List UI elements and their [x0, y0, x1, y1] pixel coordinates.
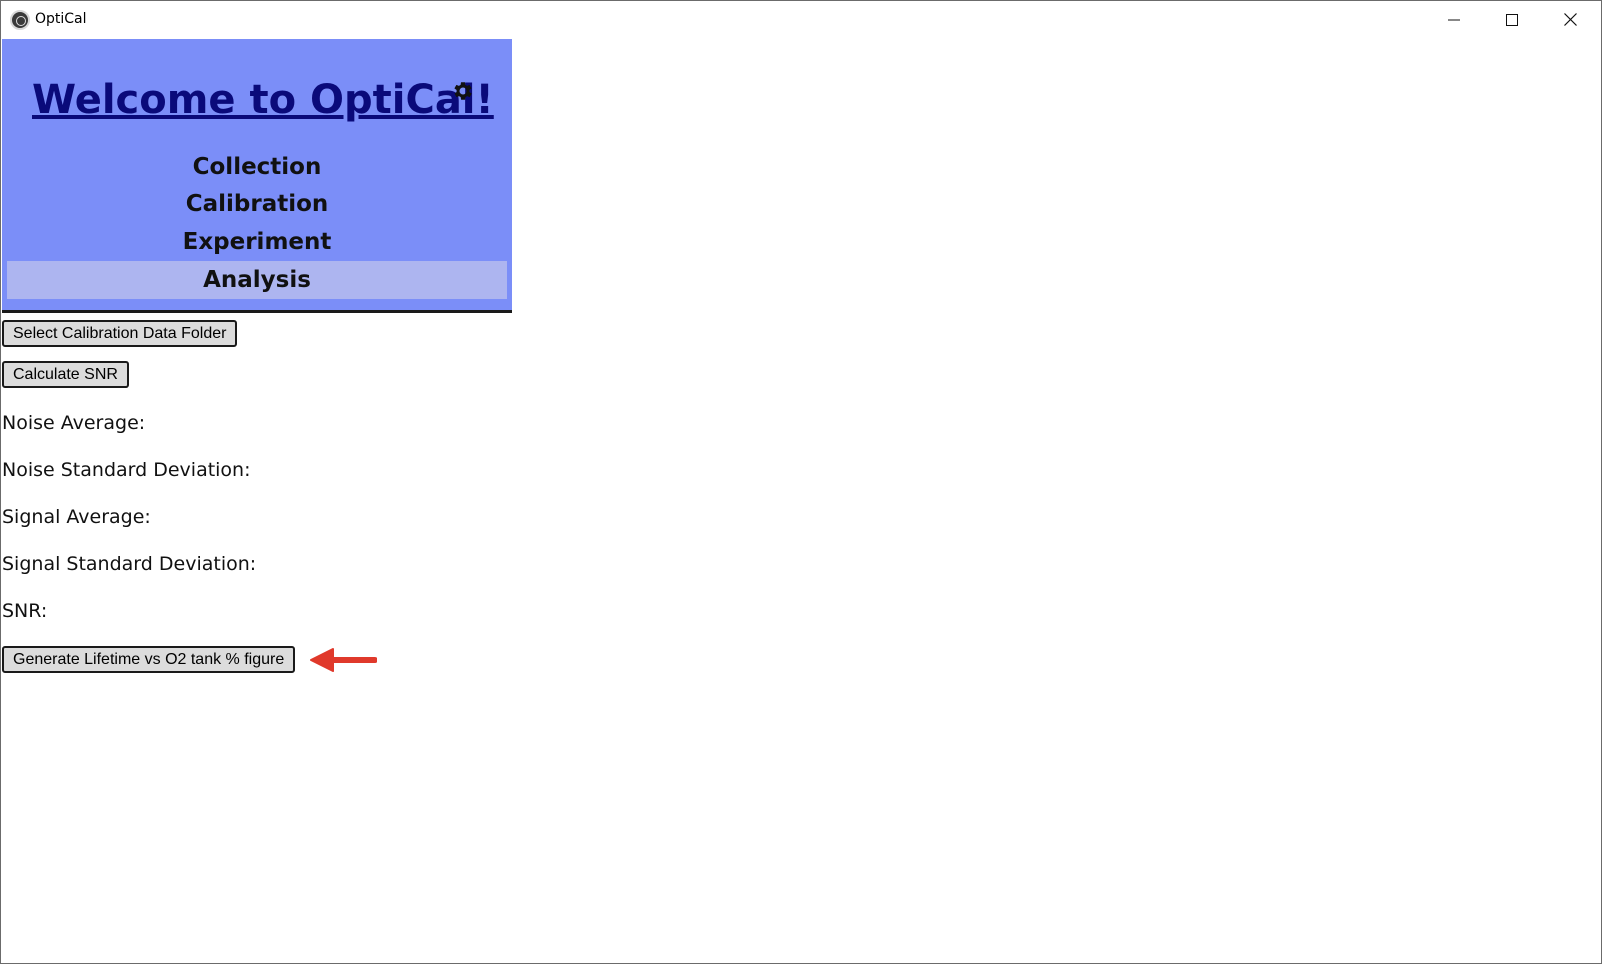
calculate-snr-button[interactable]: Calculate SNR: [2, 361, 129, 388]
snr-label: SNR:: [2, 600, 48, 622]
window-title: OptiCal: [35, 11, 87, 27]
maximize-button[interactable]: [1483, 1, 1541, 38]
title-bar: OptiCal: [1, 1, 1601, 38]
nav-item-analysis[interactable]: Analysis: [7, 261, 507, 299]
maximize-icon: [1506, 13, 1518, 26]
gear-icon[interactable]: [451, 79, 475, 103]
select-calibration-folder-button[interactable]: Select Calibration Data Folder: [2, 320, 238, 347]
noise-std-label: Noise Standard Deviation:: [2, 459, 251, 481]
nav-item-calibration[interactable]: Calibration: [7, 185, 507, 223]
header-panel: Welcome to OptiCal! Collection Calibrati…: [2, 39, 512, 313]
nav-item-collection[interactable]: Collection: [7, 148, 507, 186]
generate-figure-button[interactable]: Generate Lifetime vs O2 tank % figure: [2, 646, 296, 673]
minimize-icon: [1448, 19, 1460, 20]
close-icon: [1563, 13, 1577, 26]
signal-std-label: Signal Standard Deviation:: [2, 553, 257, 575]
signal-average-label: Signal Average:: [2, 506, 151, 528]
noise-average-label: Noise Average:: [2, 412, 146, 434]
nav-item-experiment[interactable]: Experiment: [7, 223, 507, 261]
close-button[interactable]: [1541, 1, 1599, 38]
app-window: OptiCal Welcome to OptiCal! Collection C…: [0, 0, 1602, 964]
minimize-button[interactable]: [1425, 1, 1483, 38]
welcome-title: Welcome to OptiCal!: [32, 77, 494, 123]
app-logo-icon: [10, 10, 30, 30]
pointer-arrow-icon: [310, 648, 377, 672]
